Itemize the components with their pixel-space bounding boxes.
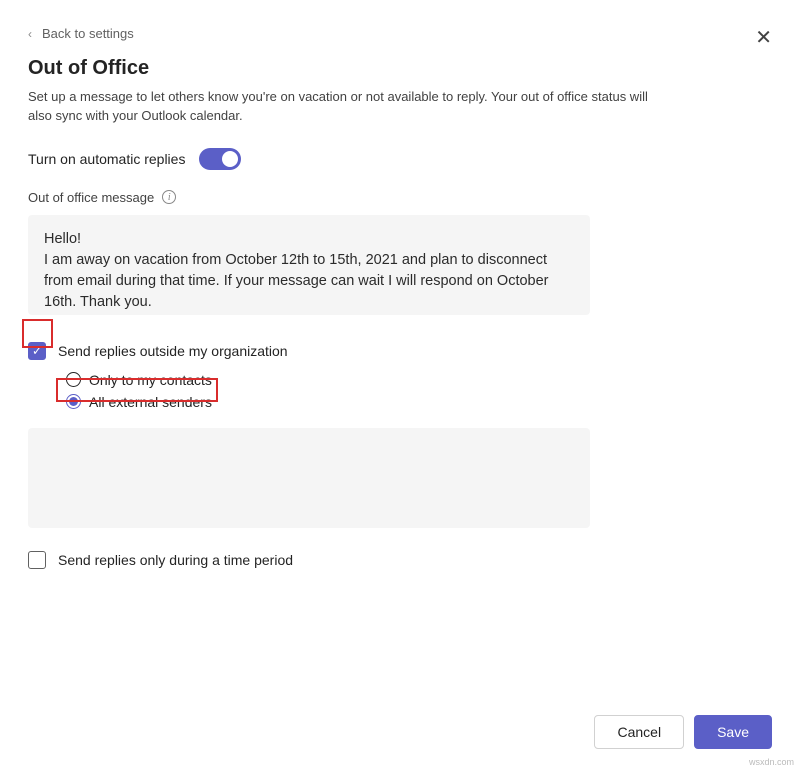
page-subtitle: Set up a message to let others know you'… [28,88,668,126]
check-icon: ✓ [32,344,42,358]
auto-replies-toggle[interactable] [199,148,241,170]
cancel-button[interactable]: Cancel [594,715,684,749]
page-title: Out of Office [28,57,772,80]
time-period-checkbox[interactable] [28,551,46,569]
ooo-message-label: Out of office message [28,190,154,205]
toggle-knob [222,151,238,167]
time-period-label: Send replies only during a time period [58,552,293,568]
send-outside-org-checkbox[interactable]: ✓ [28,342,46,360]
send-outside-org-label: Send replies outside my organization [58,343,288,359]
external-recipients-radio-group: Only to my contacts All external senders [66,372,772,410]
watermark: wsxdn.com [749,757,794,767]
auto-replies-toggle-label: Turn on automatic replies [28,151,185,167]
radio-all-external[interactable]: All external senders [66,394,772,410]
radio-icon [66,372,81,387]
chevron-left-icon: ‹ [28,27,32,41]
radio-icon [66,394,81,409]
close-icon: ✕ [755,27,772,49]
save-button[interactable]: Save [694,715,772,749]
back-label: Back to settings [42,26,134,41]
radio-label-only-contacts: Only to my contacts [89,372,212,388]
external-message-textarea[interactable] [28,428,590,528]
ooo-message-textarea[interactable] [28,215,590,315]
radio-label-all-external: All external senders [89,394,212,410]
info-icon[interactable]: i [162,190,176,204]
close-button[interactable]: ✕ [755,28,772,48]
back-to-settings-link[interactable]: ‹ Back to settings [28,26,772,41]
radio-only-contacts[interactable]: Only to my contacts [66,372,772,388]
